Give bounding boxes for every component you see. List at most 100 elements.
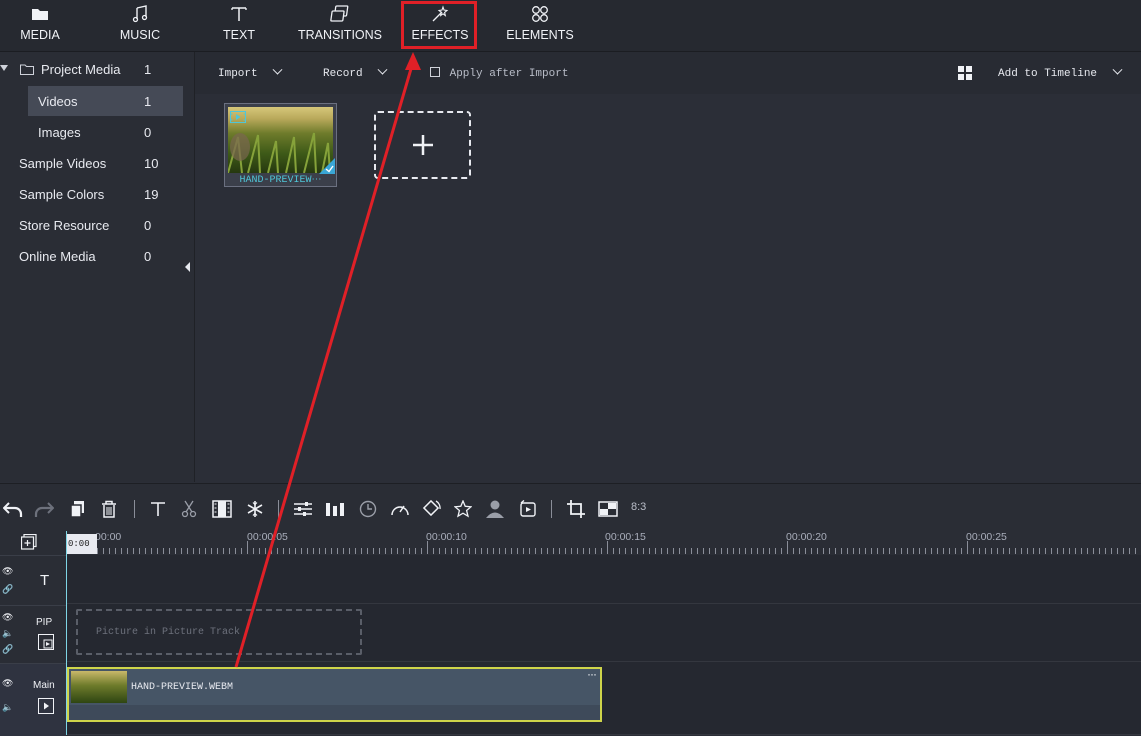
media-clip-thumbnail[interactable]: HAND-PREVIEW⋯ [224, 103, 337, 187]
sidebar-item-sample-colors[interactable]: Sample Colors 19 [0, 179, 186, 209]
tab-media[interactable]: MEDIA [12, 0, 68, 51]
duration-clock-icon[interactable] [357, 498, 379, 520]
playhead-time-label[interactable]: 0:00 [67, 534, 97, 554]
sidebar-item-label: Sample Videos [19, 156, 107, 171]
video-play-icon [38, 698, 54, 719]
redo-icon[interactable] [33, 498, 55, 520]
sidebar-item-label: Online Media [19, 249, 96, 264]
ruler-label: 00:00:25 [966, 531, 1007, 543]
clip-caption: HAND-PREVIEW⋯ [239, 175, 322, 186]
main-track-header: 👁 🔈 Main [0, 663, 66, 736]
pip-track-placeholder[interactable]: Picture in Picture Track [76, 609, 362, 655]
sidebar-item-label: Sample Colors [19, 187, 105, 202]
tab-elements[interactable]: ELEMENTS [500, 0, 580, 51]
ruler-label: 00:00:05 [247, 531, 288, 543]
link-icon[interactable]: 🔗 [2, 644, 13, 655]
reverse-video-icon[interactable] [517, 498, 539, 520]
tab-music[interactable]: MUSIC [112, 0, 168, 51]
copy-icon[interactable] [67, 498, 89, 520]
pip-track-header: 👁 🔈 🔗 PIP [0, 605, 66, 664]
collapse-sidebar-icon[interactable] [185, 262, 190, 272]
folder-icon [12, 4, 68, 24]
track-header-column: 👁 🔗 T 👁 🔈 🔗 PIP 👁 🔈 Main [0, 531, 67, 736]
apply-after-import-checkbox[interactable]: Apply after Import [430, 67, 568, 80]
import-label: Import [218, 68, 258, 80]
timeline-ruler[interactable]: 00:00 00:00:05 00:00:10 00:00:15 00:00:2… [67, 531, 1141, 555]
film-crop-icon[interactable] [211, 498, 233, 520]
speaker-icon[interactable]: 🔈 [2, 628, 13, 639]
sidebar-item-store-resource[interactable]: Store Resource 0 [0, 210, 186, 240]
more-options-icon[interactable]: ··· [587, 667, 597, 681]
add-to-timeline-dropdown[interactable]: Add to Timeline [998, 64, 1123, 80]
import-media-button[interactable] [374, 111, 471, 179]
adjust-sliders-icon[interactable] [292, 498, 314, 520]
checkbox-box[interactable] [430, 67, 440, 77]
toolbar-divider [278, 500, 279, 518]
rotate-icon[interactable] [421, 498, 443, 520]
transitions-icon [296, 4, 384, 24]
text-tool-icon[interactable] [147, 498, 169, 520]
speaker-icon[interactable]: 🔈 [2, 702, 13, 713]
expand-triangle-icon[interactable] [0, 65, 8, 71]
media-sidebar: Project Media 1 Videos 1 Images 0 Sample… [0, 52, 195, 482]
text-track[interactable] [67, 555, 1141, 604]
effects-star-icon[interactable] [452, 498, 474, 520]
delete-icon[interactable] [98, 498, 120, 520]
undo-icon[interactable] [2, 498, 24, 520]
record-label: Record [323, 68, 363, 80]
person-mask-icon[interactable] [484, 498, 506, 520]
freeze-frame-icon[interactable] [244, 498, 266, 520]
text-icon [211, 4, 267, 24]
sidebar-item-sample-videos[interactable]: Sample Videos 10 [0, 148, 186, 178]
sidebar-item-label: Videos [38, 94, 78, 109]
sidebar-item-online-media[interactable]: Online Media 0 [0, 241, 186, 271]
chevron-down-icon [272, 64, 283, 75]
import-dropdown[interactable]: Import [218, 64, 283, 80]
effects-highlight-box [401, 1, 477, 49]
ruler-label: 00:00 [95, 531, 122, 543]
toolbar-divider [551, 500, 552, 518]
add-to-timeline-label: Add to Timeline [998, 68, 1098, 80]
eye-icon[interactable]: 👁 [2, 566, 13, 577]
sidebar-item-images[interactable]: Images 0 [0, 117, 186, 147]
main-video-clip[interactable]: HAND-PREVIEW.WEBM ··· [67, 667, 602, 722]
media-library-panel: Import Record Apply after Import Add to … [195, 52, 1141, 482]
eye-icon[interactable]: 👁 [2, 612, 13, 623]
tab-text[interactable]: TEXT [211, 0, 267, 51]
tab-music-label: MUSIC [119, 28, 161, 42]
scissors-icon[interactable] [178, 498, 200, 520]
top-tab-bar: MEDIA MUSIC TEXT TRANSITIONS EFFECTS ELE… [0, 0, 1141, 52]
folder-outline-icon [20, 63, 34, 78]
ruler-label: 00:00:15 [605, 531, 646, 543]
crop-icon[interactable] [565, 498, 587, 520]
sidebar-item-project-media[interactable]: Project Media 1 [0, 54, 186, 84]
eye-icon[interactable]: 👁 [2, 678, 13, 689]
audio-bars-icon[interactable] [324, 498, 346, 520]
tab-media-label: MEDIA [20, 28, 60, 42]
text-track-header: 👁 🔗 T [0, 555, 66, 606]
plus-icon [412, 134, 434, 161]
text-track-label: T [40, 572, 50, 589]
elements-icon [500, 4, 580, 24]
link-icon[interactable]: 🔗 [2, 584, 13, 595]
playhead-line[interactable] [66, 531, 67, 735]
toolbar-divider [134, 500, 135, 518]
chevron-down-icon [1112, 64, 1123, 75]
tab-transitions-label: TRANSITIONS [297, 28, 383, 42]
sidebar-item-count: 1 [144, 94, 152, 109]
grid-view-icon[interactable] [958, 66, 972, 80]
speed-gauge-icon[interactable] [389, 498, 411, 520]
sidebar-item-count: 0 [144, 125, 152, 140]
record-dropdown[interactable]: Record [323, 64, 388, 80]
tab-transitions[interactable]: TRANSITIONS [296, 0, 384, 51]
tab-text-label: TEXT [223, 28, 255, 42]
aspect-ratio-label[interactable]: 8:3 [631, 501, 646, 513]
ruler-label: 00:00:20 [786, 531, 827, 543]
sidebar-item-count: 0 [144, 218, 152, 233]
mosaic-icon[interactable] [597, 498, 619, 520]
sidebar-item-videos[interactable]: Videos 1 [28, 86, 183, 116]
sidebar-item-count: 0 [144, 249, 152, 264]
add-track-icon[interactable] [20, 533, 37, 555]
tab-elements-label: ELEMENTS [506, 28, 574, 42]
main-track-label: Main [33, 680, 55, 691]
